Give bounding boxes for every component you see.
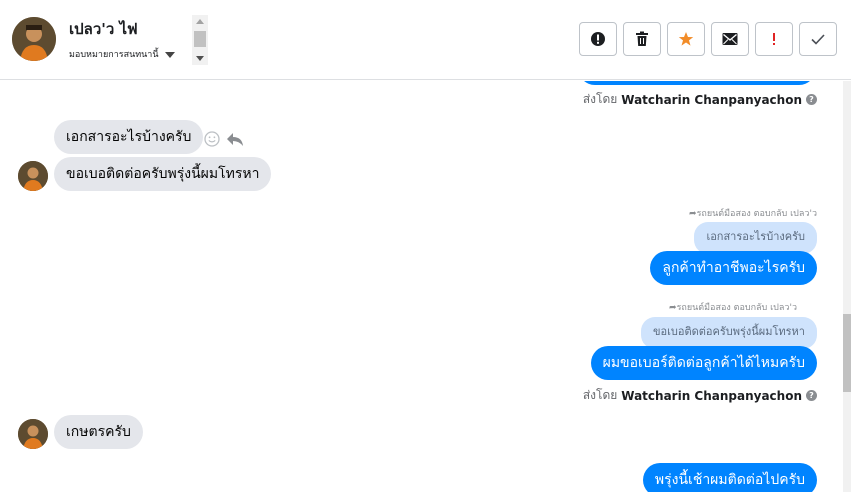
- reply-note-text: รถยนต์มือสอง ตอบกลับ เปลว'ว: [676, 303, 797, 313]
- scroll-up-icon[interactable]: [196, 19, 204, 24]
- delete-button[interactable]: [623, 22, 661, 56]
- scroll-down-icon[interactable]: [196, 56, 204, 61]
- incoming-message[interactable]: ขอเบอติดต่อครับพรุ่งนี้ผมโทรหา: [54, 157, 272, 191]
- alert-button[interactable]: [579, 22, 617, 56]
- incoming-message[interactable]: เกษตรครับ: [54, 415, 143, 449]
- reply-arrow-icon: ➦: [689, 209, 697, 219]
- exclamation-icon: [773, 33, 775, 45]
- sent-by-label: ส่งโดย Watcharin Chanpanyachon ?: [583, 90, 817, 109]
- outgoing-message-partial[interactable]: [578, 81, 816, 85]
- scroll-thumb[interactable]: [843, 314, 851, 392]
- reply-note: ➦รถยนต์มือสอง ตอบกลับ เปลว'ว: [689, 206, 817, 220]
- done-button[interactable]: [799, 22, 837, 56]
- envelope-icon: [722, 33, 738, 45]
- help-icon[interactable]: ?: [806, 94, 817, 105]
- message-thread[interactable]: ส่งโดย Watcharin Chanpanyachon ? เอกสารอ…: [0, 81, 843, 492]
- outgoing-message[interactable]: ลูกค้าทำอาชีพอะไรครับ: [650, 251, 817, 285]
- important-button[interactable]: [755, 22, 793, 56]
- contact-name: เปลว'ว ไฟ: [69, 20, 138, 38]
- assign-scrollbar[interactable]: [192, 15, 208, 65]
- avatar-image: [12, 17, 56, 61]
- check-icon: [811, 34, 825, 45]
- reply-note: ➦รถยนต์มือสอง ตอบกลับ เปลว'ว: [669, 300, 797, 314]
- star-icon: [678, 32, 694, 46]
- thread-scrollbar[interactable]: [843, 81, 851, 492]
- message-tools: [204, 131, 244, 147]
- star-button[interactable]: [667, 22, 705, 56]
- emoji-react-icon[interactable]: [204, 131, 220, 147]
- contact-avatar[interactable]: [12, 17, 56, 61]
- avatar-image: [18, 419, 48, 449]
- sent-by-label: ส่งโดย Watcharin Chanpanyachon ?: [583, 386, 817, 405]
- conversation-actions: [579, 22, 837, 56]
- incoming-message[interactable]: เอกสารอะไรบ้างครับ: [54, 120, 204, 154]
- chevron-down-icon: [164, 51, 175, 58]
- alert-circle-icon: [591, 32, 605, 46]
- sent-by-prefix: ส่งโดย: [582, 92, 618, 106]
- mail-button[interactable]: [711, 22, 749, 56]
- outgoing-message[interactable]: พรุ่งนี้เช้าผมติดต่อไปครับ: [642, 463, 817, 492]
- reply-icon[interactable]: [226, 131, 244, 147]
- conversation-header: เปลว'ว ไฟ มอบหมายการสนทนานี้: [0, 0, 851, 80]
- reply-arrow-icon: ➦: [669, 303, 677, 313]
- assign-conversation-dropdown[interactable]: มอบหมายการสนทนานี้: [69, 47, 175, 61]
- contact-avatar-small: [18, 419, 48, 449]
- sender-name: Watcharin Chanpanyachon: [621, 92, 802, 107]
- avatar-image: [18, 161, 48, 191]
- assign-label: มอบหมายการสนทนานี้: [69, 50, 159, 60]
- outgoing-message[interactable]: ผมขอเบอร์ติดต่อลูกค้าได้ไหมครับ: [590, 346, 817, 380]
- help-icon[interactable]: ?: [806, 390, 817, 401]
- quoted-message[interactable]: ขอเบอติดต่อครับพรุ่งนี้ผมโทรหา: [640, 317, 817, 349]
- quoted-message[interactable]: เอกสารอะไรบ้างครับ: [694, 222, 817, 254]
- trash-icon: [636, 31, 648, 46]
- contact-avatar-small: [18, 161, 48, 191]
- reply-note-text: รถยนต์มือสอง ตอบกลับ เปลว'ว: [696, 209, 817, 219]
- sent-by-prefix: ส่งโดย: [582, 388, 618, 402]
- scroll-thumb[interactable]: [194, 31, 206, 47]
- sender-name: Watcharin Chanpanyachon: [621, 388, 802, 403]
